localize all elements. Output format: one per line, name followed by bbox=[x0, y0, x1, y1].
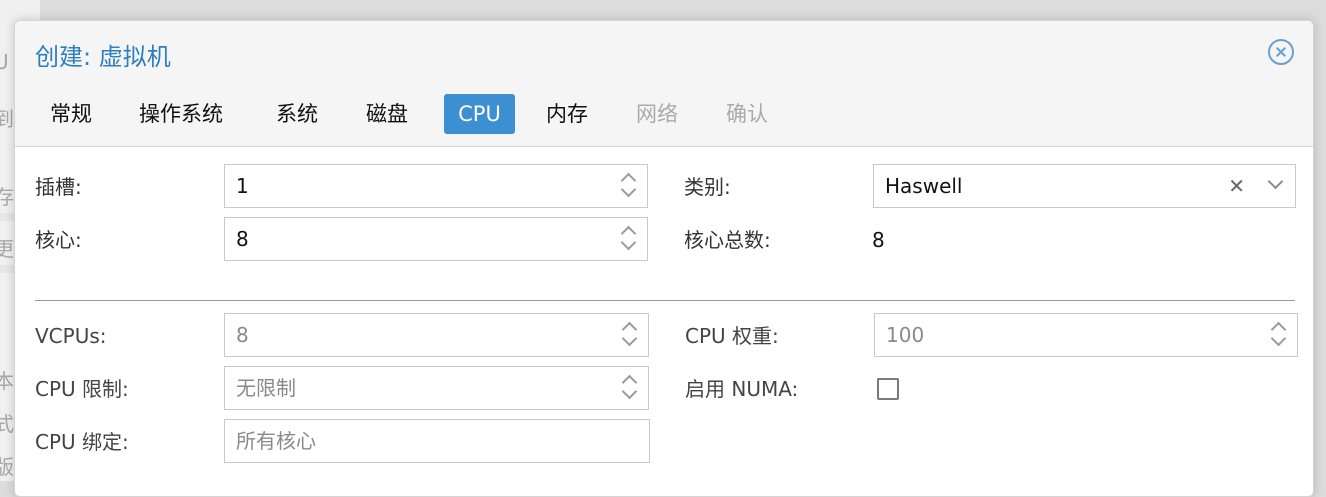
chevron-down-icon[interactable] bbox=[1267, 173, 1284, 190]
cpu-weight-input[interactable]: 100 bbox=[874, 313, 1298, 357]
cpu-type-value: Haswell bbox=[885, 174, 963, 198]
background-text: 版 bbox=[0, 455, 14, 479]
tab-memory[interactable]: 内存 bbox=[535, 94, 599, 134]
background-text: 本 bbox=[0, 369, 14, 393]
type-label: 类别: bbox=[684, 175, 731, 199]
cpu-affinity-input[interactable]: 所有核心 bbox=[224, 419, 650, 463]
background-text: 到 bbox=[0, 107, 14, 131]
vcpus-input[interactable]: 8 bbox=[224, 313, 649, 357]
cpu-limit-input[interactable]: 无限制 bbox=[224, 366, 649, 410]
cpu-affinity-label: CPU 绑定: bbox=[35, 430, 129, 454]
sockets-value: 1 bbox=[236, 174, 249, 198]
spinner-icon[interactable] bbox=[620, 170, 637, 202]
cores-value: 8 bbox=[236, 227, 249, 251]
cpu-weight-value: 100 bbox=[886, 323, 925, 347]
cpu-limit-placeholder: 无限制 bbox=[236, 376, 296, 400]
tab-system[interactable]: 系统 bbox=[265, 94, 329, 134]
cpu-type-select[interactable]: Haswell ✕ bbox=[873, 164, 1296, 208]
tab-confirm: 确认 bbox=[726, 102, 768, 126]
dialog-title: 创建: 虚拟机 bbox=[35, 43, 171, 71]
tab-network: 网络 bbox=[636, 102, 678, 126]
total-cores-label: 核心总数: bbox=[684, 228, 771, 252]
tab-os[interactable]: 操作系统 bbox=[128, 94, 234, 134]
cpu-limit-label: CPU 限制: bbox=[35, 377, 129, 401]
close-icon[interactable] bbox=[1268, 39, 1294, 65]
sockets-label: 插槽: bbox=[35, 175, 82, 199]
create-vm-dialog: 创建: 虚拟机 常规 操作系统 系统 磁盘 CPU 内存 网络 确认 插槽: 1… bbox=[14, 20, 1314, 497]
background-text: U bbox=[0, 50, 9, 74]
spinner-icon[interactable] bbox=[620, 223, 637, 255]
cores-input[interactable]: 8 bbox=[224, 217, 648, 261]
tab-disk[interactable]: 磁盘 bbox=[355, 94, 419, 134]
tab-general[interactable]: 常规 bbox=[39, 94, 103, 134]
cores-label: 核心: bbox=[35, 228, 82, 252]
numa-label: 启用 NUMA: bbox=[685, 377, 799, 401]
background-text: 更 bbox=[0, 237, 14, 261]
sockets-input[interactable]: 1 bbox=[224, 164, 648, 208]
dialog-header: 创建: 虚拟机 常规 操作系统 系统 磁盘 CPU 内存 网络 确认 bbox=[15, 21, 1313, 147]
spinner-icon[interactable] bbox=[621, 372, 638, 404]
cpu-affinity-placeholder: 所有核心 bbox=[236, 429, 316, 453]
numa-checkbox[interactable] bbox=[877, 378, 899, 400]
tab-cpu[interactable]: CPU bbox=[444, 94, 515, 134]
total-cores-value: 8 bbox=[872, 228, 885, 252]
spinner-icon[interactable] bbox=[1270, 319, 1287, 351]
section-divider bbox=[35, 300, 1295, 301]
vcpus-label: VCPUs: bbox=[35, 324, 107, 348]
background-text: 式 bbox=[0, 412, 14, 436]
spinner-icon[interactable] bbox=[621, 319, 638, 351]
vcpus-value: 8 bbox=[236, 323, 249, 347]
cpu-weight-label: CPU 权重: bbox=[685, 324, 779, 348]
background-text: 存 bbox=[0, 185, 14, 209]
clear-icon[interactable]: ✕ bbox=[1228, 165, 1245, 207]
